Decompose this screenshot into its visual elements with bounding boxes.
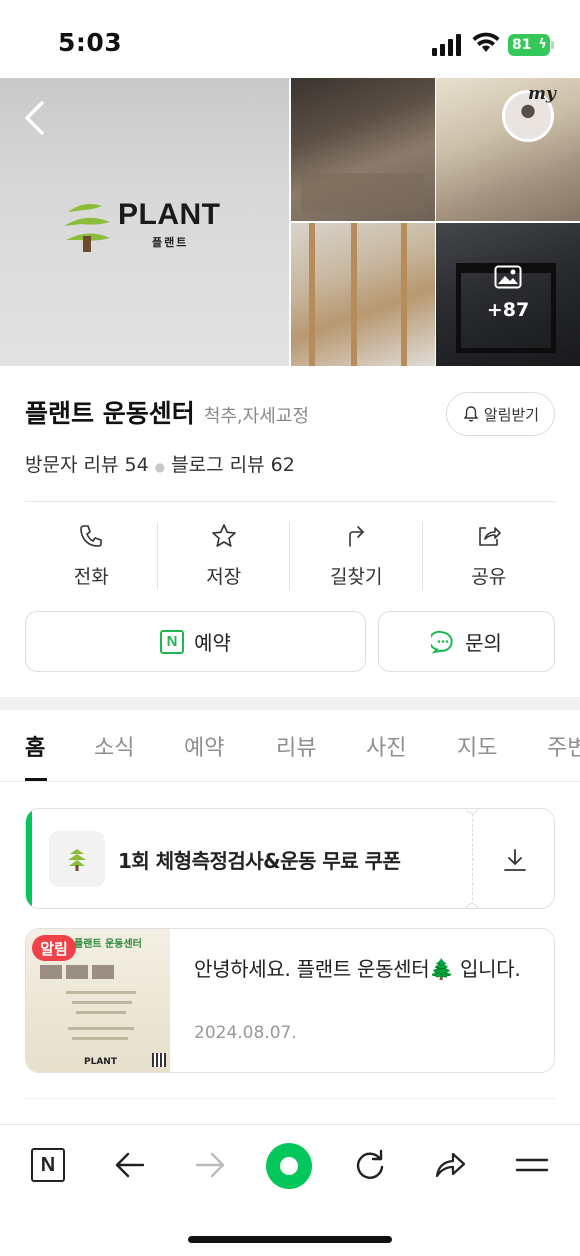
- home-dot-icon: [280, 1157, 298, 1175]
- save-button-label: 저장: [206, 566, 242, 588]
- green-home-button[interactable]: [266, 1143, 312, 1189]
- coupon-card[interactable]: 1회 체형측정검사&운동 무료 쿠폰: [25, 808, 555, 909]
- star-icon: [211, 524, 236, 547]
- plant-logo: PLANT 플랜트: [62, 196, 232, 252]
- visitor-reviews-link[interactable]: 방문자 리뷰 54: [25, 454, 149, 476]
- qr-code: [152, 1053, 166, 1067]
- coupon-separator: [472, 809, 473, 908]
- share-page-button[interactable]: [430, 1145, 470, 1185]
- tree-logo-icon: [68, 849, 86, 871]
- photo-thumbnail[interactable]: [291, 78, 435, 221]
- wifi-icon: [472, 32, 500, 52]
- forward-button[interactable]: [190, 1145, 230, 1185]
- back-arrow-icon: [115, 1152, 145, 1178]
- status-time: 5:03: [58, 28, 123, 57]
- coupon-logo: [49, 831, 105, 887]
- place-category: 척추,자세교정: [203, 406, 309, 427]
- home-indicator: [188, 1236, 392, 1243]
- photo-gallery: PLANT 플랜트 +87: [0, 78, 580, 366]
- coupon-accent-bar: [26, 809, 32, 908]
- news-card[interactable]: 플랜트 운동센터 PLANT 알림 안녕하세요. 플랜트 운동센터🌲 입니다. …: [25, 928, 555, 1073]
- divider: [25, 501, 555, 502]
- back-arrow-icon[interactable]: [22, 100, 48, 136]
- share-icon: [478, 527, 501, 546]
- tab-photos[interactable]: 사진: [366, 730, 406, 762]
- save-button[interactable]: 저장: [158, 520, 291, 592]
- notice-badge: 알림: [32, 935, 76, 961]
- poster-logo: PLANT: [84, 1057, 117, 1067]
- forward-arrow-icon: [195, 1152, 225, 1178]
- separator-dot: ●: [154, 460, 166, 474]
- call-button-label: 전화: [73, 566, 109, 588]
- logo-subname: 플랜트: [152, 236, 189, 249]
- naver-n-icon: N: [31, 1148, 65, 1182]
- battery-indicator: 81 ϟ: [508, 34, 550, 56]
- inquire-button[interactable]: 문의: [378, 611, 555, 672]
- reload-icon: [356, 1149, 384, 1179]
- photo-more-thumbnail[interactable]: +87: [436, 223, 580, 366]
- hamburger-menu-icon: [515, 1158, 549, 1172]
- reserve-button-label: 예약: [194, 631, 231, 655]
- alarm-button[interactable]: 알림받기: [446, 392, 555, 436]
- cellular-signal-icon: [432, 34, 461, 56]
- news-date: 2024.08.07.: [194, 1023, 297, 1043]
- coupon-notch: [466, 809, 478, 814]
- share-arrow-icon: [435, 1152, 466, 1178]
- coupon-text: 1회 체형측정검사&운동 무료 쿠폰: [118, 849, 401, 873]
- divider: [25, 1098, 555, 1099]
- directions-button-label: 길찾기: [330, 566, 383, 588]
- download-icon[interactable]: [502, 847, 528, 873]
- alarm-button-label: 알림받기: [483, 405, 540, 424]
- chat-bubble-icon: [431, 630, 453, 654]
- share-button[interactable]: 공유: [423, 520, 556, 592]
- tree-logo-icon: [64, 204, 110, 252]
- main-photo[interactable]: PLANT 플랜트: [0, 78, 289, 366]
- inquire-button-label: 문의: [465, 631, 502, 655]
- my-label: my: [528, 84, 556, 104]
- coupon-notch: [466, 903, 478, 908]
- tab-bar: 홈 소식 예약 리뷰 사진 지도 주변: [0, 710, 580, 782]
- tab-map[interactable]: 지도: [457, 730, 497, 762]
- status-bar: 5:03 81 ϟ: [0, 0, 580, 78]
- logo-name: PLANT: [118, 198, 221, 231]
- bell-icon: [463, 406, 479, 422]
- action-bar: 전화 저장 길찾기 공유: [25, 520, 555, 592]
- tab-reserve[interactable]: 예약: [184, 730, 224, 762]
- reload-button[interactable]: [350, 1145, 390, 1185]
- tab-nearby[interactable]: 주변: [547, 730, 580, 762]
- active-tab-indicator: [25, 778, 47, 781]
- phone-icon: [80, 525, 103, 547]
- tab-home[interactable]: 홈: [25, 730, 45, 762]
- naver-reserve-icon: N: [160, 629, 185, 654]
- review-counts: 방문자 리뷰 54 ● 블로그 리뷰 62: [25, 450, 295, 477]
- battery-level: 81: [512, 37, 532, 53]
- directions-icon: [349, 526, 365, 547]
- share-button-label: 공유: [471, 566, 507, 588]
- tab-news[interactable]: 소식: [94, 730, 134, 762]
- section-gap: [0, 697, 580, 710]
- naver-home-button[interactable]: N: [28, 1145, 68, 1185]
- photo-thumbnail[interactable]: [291, 223, 435, 366]
- charging-bolt-icon: ϟ: [538, 37, 547, 52]
- call-button[interactable]: 전화: [25, 520, 158, 592]
- blog-reviews-link[interactable]: 블로그 리뷰 62: [171, 454, 295, 476]
- battery-tip: [551, 41, 554, 49]
- news-title: 안녕하세요. 플랜트 운동센터🌲 입니다.: [194, 957, 521, 981]
- reserve-button[interactable]: N 예약: [25, 611, 366, 672]
- directions-button[interactable]: 길찾기: [290, 520, 423, 592]
- photo-more-count: +87: [486, 299, 530, 321]
- image-icon: [494, 265, 522, 289]
- menu-button[interactable]: [512, 1145, 552, 1185]
- place-name: 플랜트 운동센터: [25, 399, 195, 428]
- back-button[interactable]: [110, 1145, 150, 1185]
- poster-title: 플랜트 운동센터: [74, 939, 142, 950]
- tab-reviews[interactable]: 리뷰: [276, 730, 316, 762]
